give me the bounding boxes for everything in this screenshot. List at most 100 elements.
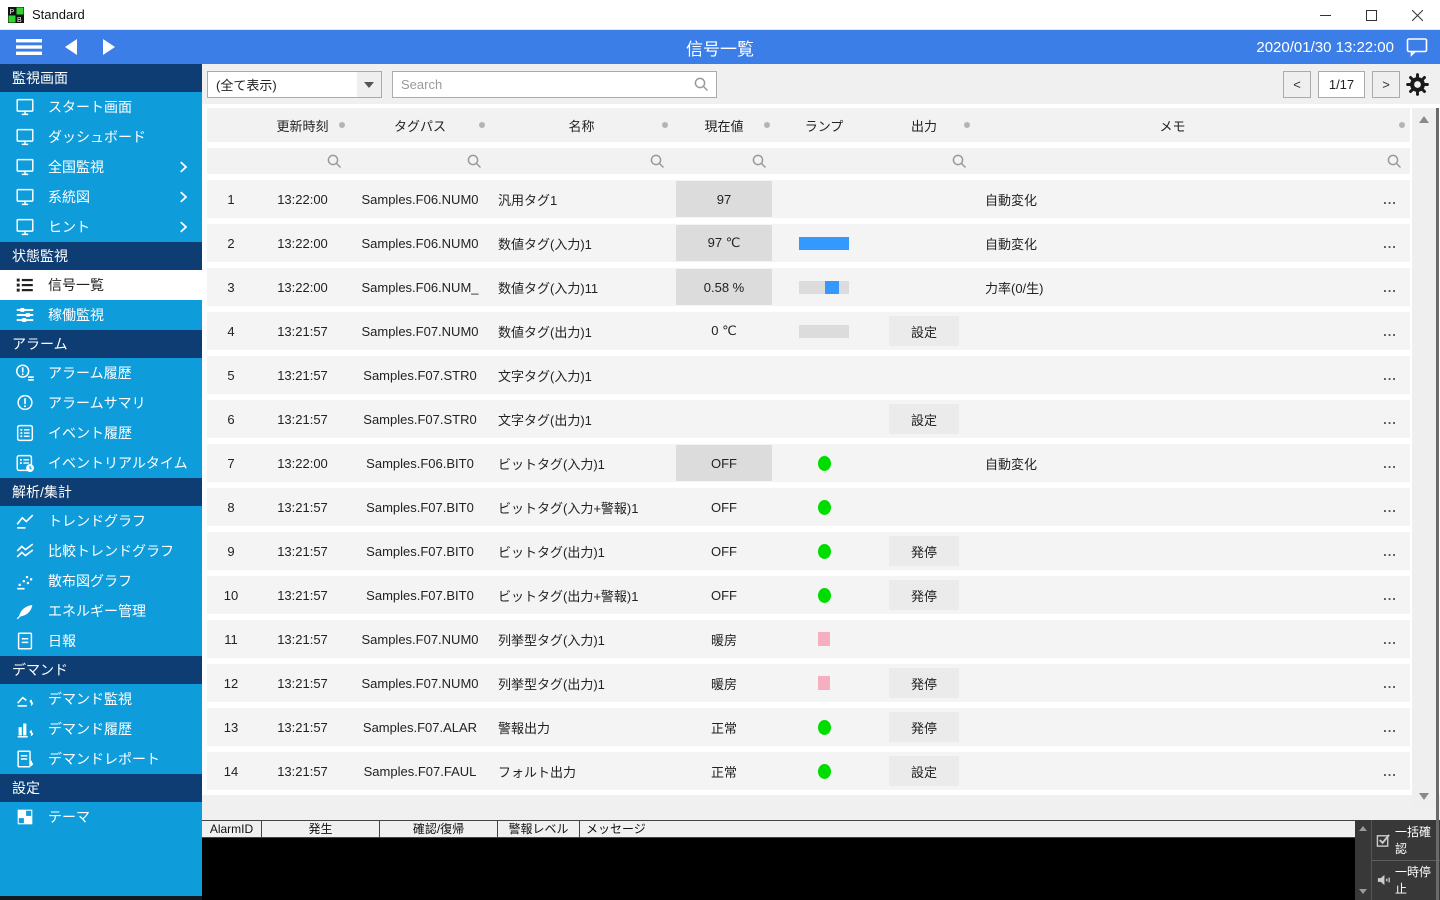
page-prev-button[interactable]: < <box>1283 71 1311 98</box>
minimize-button[interactable] <box>1302 0 1348 30</box>
column-header-tagpath[interactable]: タグパス <box>350 116 490 135</box>
lamp-dot-green <box>817 719 831 735</box>
sidebar-item-national-monitoring[interactable]: 全国監視 <box>0 152 202 182</box>
nav-forward-button[interactable] <box>102 39 116 55</box>
sidebar-item-compare-trend-graph[interactable]: 比較トレンドグラフ <box>0 536 202 566</box>
scroll-up-icon[interactable] <box>1359 826 1367 831</box>
sidebar-item-energy-management[interactable]: エネルギー管理 <box>0 596 202 626</box>
scatter-graph-icon <box>14 570 36 592</box>
table-scrollbar[interactable] <box>1412 108 1436 808</box>
output-set-button[interactable]: 設定 <box>889 756 959 786</box>
column-header-name[interactable]: 名称 <box>490 116 673 135</box>
table-row[interactable]: 7 13:22:00 Samples.F06.BIT0 ビットタグ(入力)1 O… <box>207 444 1410 482</box>
sidebar-item-event-realtime[interactable]: イベントリアルタイム <box>0 448 202 478</box>
settings-gear-button[interactable] <box>1402 69 1432 99</box>
table-row[interactable]: 8 13:21:57 Samples.F07.BIT0 ビットタグ(入力+警報)… <box>207 488 1410 526</box>
table-row[interactable]: 11 13:21:57 Samples.F07.NUM0 列挙型タグ(入力)1 … <box>207 620 1410 658</box>
scroll-up-icon[interactable] <box>1419 116 1429 123</box>
lamp-dot-green <box>817 499 831 515</box>
row-more-button[interactable]: ... <box>1370 544 1410 559</box>
sidebar-item-event-history[interactable]: イベント履歴 <box>0 418 202 448</box>
row-more-button[interactable]: ... <box>1370 412 1410 427</box>
maximize-button[interactable] <box>1348 0 1394 30</box>
row-more-button[interactable]: ... <box>1370 456 1410 471</box>
table-row[interactable]: 13 13:21:57 Samples.F07.ALAR 警報出力 正常 発停 … <box>207 708 1410 746</box>
sidebar-item-demand-monitoring[interactable]: デマンド監視 <box>0 684 202 714</box>
output-set-button[interactable]: 設定 <box>889 316 959 346</box>
column-header-memo[interactable]: メモ <box>975 116 1370 135</box>
row-more-button[interactable]: ... <box>1370 236 1410 251</box>
row-more-button[interactable]: ... <box>1370 500 1410 515</box>
table-row[interactable]: 6 13:21:57 Samples.F07.STR0 文字タグ(出力)1 設定… <box>207 400 1410 438</box>
sidebar-item-trend-graph[interactable]: トレンドグラフ <box>0 506 202 536</box>
hamburger-menu-button[interactable] <box>16 37 42 57</box>
column-header-lamp[interactable]: ランプ <box>775 116 873 135</box>
sidebar-item-start-screen[interactable]: スタート画面 <box>0 92 202 122</box>
sidebar-item-scatter-graph[interactable]: 散布図グラフ <box>0 566 202 596</box>
page-next-button[interactable]: > <box>1372 71 1400 98</box>
row-more-button[interactable]: ... <box>1370 192 1410 207</box>
dropdown-caret-button[interactable] <box>357 72 381 97</box>
output-start-stop-button[interactable]: 発停 <box>889 536 959 566</box>
pause-sound-button[interactable]: 一時停止 <box>1372 859 1440 900</box>
sidebar-item-theme[interactable]: テーマ <box>0 802 202 832</box>
column-header-output[interactable]: 出力 <box>873 116 975 135</box>
alarm-scrollbar[interactable] <box>1355 820 1372 900</box>
scroll-down-icon[interactable] <box>1359 889 1367 894</box>
sidebar-item-alarm-history[interactable]: アラーム履歴 <box>0 358 202 388</box>
output-set-button[interactable]: 設定 <box>889 404 959 434</box>
sidebar-item-system-diagram[interactable]: 系統図 <box>0 182 202 212</box>
table-row[interactable]: 1 13:22:00 Samples.F06.NUM0 汎用タグ1 97 自動変… <box>207 180 1410 218</box>
cell-time: 13:22:00 <box>277 455 328 471</box>
sidebar-item-hint[interactable]: ヒント <box>0 212 202 242</box>
nav-back-button[interactable] <box>64 39 78 55</box>
table-row[interactable]: 14 13:21:57 Samples.F07.FAUL フォルト出力 正常 設… <box>207 752 1410 790</box>
column-header-value[interactable]: 現在値 <box>673 116 775 135</box>
row-more-button[interactable]: ... <box>1370 632 1410 647</box>
message-bubble-icon[interactable] <box>1406 37 1428 57</box>
filter-input-memo[interactable] <box>1370 153 1410 170</box>
sidebar-item-daily-report[interactable]: 日報 <box>0 626 202 656</box>
row-more-button[interactable]: ... <box>1370 764 1410 779</box>
scroll-down-icon[interactable] <box>1419 793 1429 800</box>
row-more-button[interactable]: ... <box>1370 368 1410 383</box>
cell-lamp <box>775 587 873 603</box>
cell-tagpath: Samples.F07.STR0 <box>363 367 477 383</box>
table-row[interactable]: 9 13:21:57 Samples.F07.BIT0 ビットタグ(出力)1 O… <box>207 532 1410 570</box>
row-more-button[interactable]: ... <box>1370 720 1410 735</box>
table-row[interactable]: 3 13:22:00 Samples.F06.NUM_ 数値タグ(入力)11 0… <box>207 268 1410 306</box>
cell-lamp <box>775 499 873 515</box>
filter-input-tagpath[interactable] <box>350 153 490 170</box>
row-more-button[interactable]: ... <box>1370 280 1410 295</box>
filter-dropdown[interactable]: (全て表示) <box>207 71 382 98</box>
page-indicator[interactable]: 1/17 <box>1318 71 1365 98</box>
sidebar-item-alarm-summary[interactable]: アラームサマリ <box>0 388 202 418</box>
table-row[interactable]: 2 13:22:00 Samples.F06.NUM0 数値タグ(入力)1 97… <box>207 224 1410 262</box>
filter-input-name[interactable] <box>490 153 673 170</box>
scrollbar-thumb[interactable] <box>1436 108 1439 900</box>
output-start-stop-button[interactable]: 発停 <box>889 712 959 742</box>
filter-input-time[interactable] <box>255 153 350 170</box>
table-row[interactable]: 10 13:21:57 Samples.F07.BIT0 ビットタグ(出力+警報… <box>207 576 1410 614</box>
row-more-button[interactable]: ... <box>1370 588 1410 603</box>
sidebar-item-demand-report[interactable]: デマンドレポート <box>0 744 202 774</box>
table-row[interactable]: 4 13:21:57 Samples.F07.NUM0 数値タグ(出力)1 0 … <box>207 312 1410 350</box>
signal-list-icon <box>14 274 36 296</box>
close-button[interactable] <box>1394 0 1440 30</box>
row-more-button[interactable]: ... <box>1370 676 1410 691</box>
output-start-stop-button[interactable]: 発停 <box>889 580 959 610</box>
sidebar-item-demand-history[interactable]: デマンド履歴 <box>0 714 202 744</box>
output-start-stop-button[interactable]: 発停 <box>889 668 959 698</box>
row-more-button[interactable]: ... <box>1370 324 1410 339</box>
search-input[interactable] <box>393 72 693 97</box>
filter-input-value[interactable] <box>673 153 775 170</box>
sidebar-item-dashboard[interactable]: ダッシュボード <box>0 122 202 152</box>
filter-input-output[interactable] <box>873 153 975 170</box>
sidebar-item-operation-monitoring[interactable]: 稼働監視 <box>0 300 202 330</box>
table-row[interactable]: 12 13:21:57 Samples.F07.NUM0 列挙型タグ(出力)1 … <box>207 664 1410 702</box>
column-header-time[interactable]: 更新時刻 <box>255 116 350 135</box>
table-row[interactable]: 5 13:21:57 Samples.F07.STR0 文字タグ(入力)1 ..… <box>207 356 1410 394</box>
sidebar-item-signal-list[interactable]: 信号一覧 <box>0 270 202 300</box>
cell-time: 13:21:57 <box>277 367 328 383</box>
batch-confirm-button[interactable]: 一括確認 <box>1372 820 1440 860</box>
